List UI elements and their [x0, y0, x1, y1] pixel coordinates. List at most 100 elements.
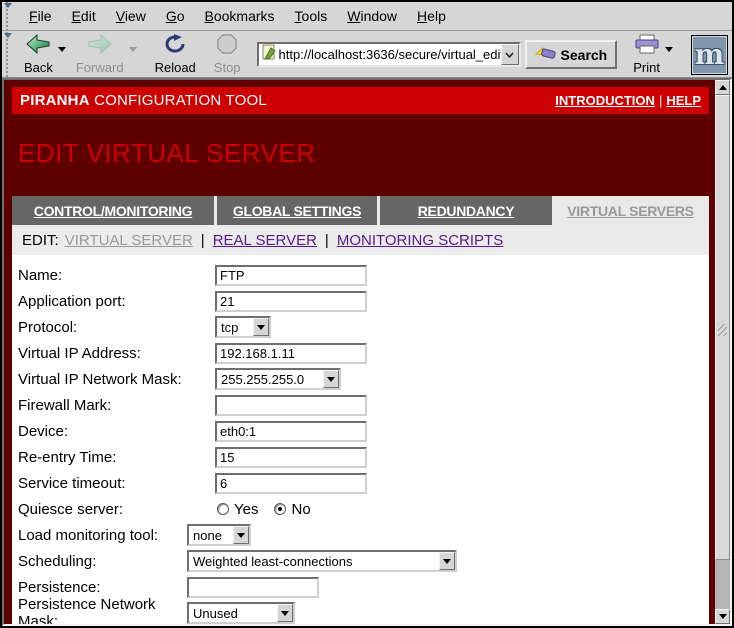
scrollbar-grip-icon [718, 324, 727, 336]
scrollbar-track[interactable] [715, 560, 730, 609]
introduction-link[interactable]: INTRODUCTION [555, 93, 655, 108]
print-icon [634, 34, 660, 59]
edit-subnav: EDIT: VIRTUAL SERVER | REAL SERVER | MON… [12, 225, 709, 255]
virtual-server-form: Name: Application port: Protocol: tcp Vi… [12, 255, 709, 624]
form-row: Name: [12, 262, 709, 288]
browser-content-area: PIRANHA CONFIGURATION TOOL INTRODUCTION|… [2, 78, 732, 626]
form-row: Virtual IP Address: [12, 340, 709, 366]
stop-icon [217, 34, 237, 59]
print-button[interactable]: Print [631, 33, 675, 76]
reentry-time-input[interactable] [215, 447, 367, 468]
form-row: Re-entry Time: [12, 444, 709, 470]
form-row: Virtual IP Network Mask: 255.255.255.0 [12, 366, 709, 392]
service-timeout-label: Service timeout: [12, 475, 215, 492]
menu-tools[interactable]: Tools [285, 2, 338, 30]
dropdown-arrow-icon [439, 552, 455, 570]
device-input[interactable] [215, 421, 367, 442]
search-button[interactable]: Search [525, 40, 618, 69]
stop-button[interactable]: Stop [212, 33, 243, 76]
protocol-label: Protocol: [12, 319, 215, 336]
application-port-label: Application port: [12, 293, 215, 310]
form-row: Application port: [12, 288, 709, 314]
reentry-time-label: Re-entry Time: [12, 449, 215, 466]
virtual-ip-input[interactable] [215, 343, 367, 364]
back-button[interactable]: Back [22, 33, 68, 76]
persistence-input[interactable] [187, 577, 319, 598]
url-dropdown-button[interactable] [501, 44, 519, 65]
navigation-toolbar: Back Forward [2, 32, 732, 78]
header-links: INTRODUCTION|HELP [555, 93, 701, 108]
form-row: Persistence Network Mask: Unused [12, 600, 709, 624]
browser-window: File Edit View Go Bookmarks Tools Window… [0, 0, 734, 628]
menu-help[interactable]: Help [407, 2, 456, 30]
search-icon [535, 45, 561, 64]
service-timeout-input[interactable] [215, 473, 367, 494]
url-input[interactable] [279, 47, 501, 62]
load-monitoring-select[interactable]: none [187, 524, 251, 546]
real-server-link[interactable]: REAL SERVER [213, 232, 317, 249]
form-row: Firewall Mark: [12, 392, 709, 418]
menu-bar: File Edit View Go Bookmarks Tools Window… [2, 2, 732, 31]
url-bar [257, 42, 521, 67]
tab-global-settings[interactable]: GLOBAL SETTINGS [217, 196, 377, 225]
forward-button[interactable]: Forward [74, 33, 139, 76]
persistence-mask-select[interactable]: Unused [187, 602, 295, 624]
device-label: Device: [12, 423, 215, 440]
mozilla-logo-button[interactable]: m [691, 35, 728, 75]
quiesce-server-label: Quiesce server: [12, 501, 215, 518]
menu-edit[interactable]: Edit [62, 2, 106, 30]
menu-bookmarks[interactable]: Bookmarks [195, 2, 285, 30]
menu-view[interactable]: View [106, 2, 156, 30]
tab-control-monitoring[interactable]: CONTROL/MONITORING [12, 196, 214, 225]
toolbar-grip-handle[interactable] [2, 32, 14, 77]
menu-go[interactable]: Go [156, 2, 195, 30]
monitoring-scripts-link[interactable]: MONITORING SCRIPTS [337, 232, 503, 249]
scroll-up-icon [719, 85, 727, 90]
reload-icon [164, 34, 186, 59]
forward-icon [87, 34, 113, 59]
name-label: Name: [12, 267, 215, 284]
menu-window[interactable]: Window [337, 2, 407, 30]
virtual-ip-label: Virtual IP Address: [12, 345, 215, 362]
menu-file[interactable]: File [19, 2, 62, 30]
scroll-up-button[interactable] [715, 80, 730, 95]
piranha-header-banner: PIRANHA CONFIGURATION TOOL INTRODUCTION|… [12, 87, 709, 114]
form-row: Protocol: tcp [12, 314, 709, 340]
virtual-ip-mask-select[interactable]: 255.255.255.0 [215, 368, 341, 390]
form-row: Quiesce server: Yes No [12, 496, 709, 522]
quiesce-yes-label: Yes [234, 501, 258, 518]
menubar-grip-handle[interactable] [2, 2, 15, 30]
firewall-mark-input[interactable] [215, 395, 367, 416]
tab-bar: CONTROL/MONITORING GLOBAL SETTINGS REDUN… [12, 196, 709, 225]
form-row: Load monitoring tool: none [12, 522, 709, 548]
application-port-input[interactable] [215, 291, 367, 312]
virtual-ip-mask-label: Virtual IP Network Mask: [12, 371, 215, 388]
load-monitoring-label: Load monitoring tool: [12, 527, 187, 544]
quiesce-no-radio[interactable] [274, 503, 286, 515]
scheduling-select[interactable]: Weighted least-connections [187, 550, 457, 572]
tab-redundancy[interactable]: REDUNDANCY [380, 196, 552, 225]
print-dropdown-icon[interactable] [665, 47, 673, 52]
back-icon [25, 34, 51, 59]
scroll-down-button[interactable] [715, 609, 730, 624]
virtual-server-link[interactable]: VIRTUAL SERVER [65, 232, 193, 249]
reload-button[interactable]: Reload [153, 33, 198, 76]
protocol-select[interactable]: tcp [215, 316, 271, 338]
location-icon [262, 44, 276, 65]
tab-virtual-servers[interactable]: VIRTUAL SERVERS [552, 196, 709, 225]
help-link[interactable]: HELP [666, 93, 701, 108]
dropdown-arrow-icon [233, 526, 249, 544]
mozilla-m-icon: m [695, 37, 725, 73]
vertical-scrollbar [715, 80, 730, 624]
back-dropdown-icon[interactable] [58, 47, 66, 52]
subnav-prefix: EDIT: [22, 232, 59, 249]
form-row: Device: [12, 418, 709, 444]
persistence-mask-label: Persistence Network Mask: [12, 596, 187, 624]
scheduling-label: Scheduling: [12, 553, 187, 570]
piranha-page: PIRANHA CONFIGURATION TOOL INTRODUCTION|… [4, 80, 715, 624]
forward-dropdown-icon[interactable] [129, 47, 137, 52]
quiesce-yes-radio[interactable] [217, 503, 229, 515]
scrollbar-thumb[interactable] [715, 95, 730, 560]
dropdown-arrow-icon [323, 370, 339, 388]
name-input[interactable] [215, 265, 367, 286]
